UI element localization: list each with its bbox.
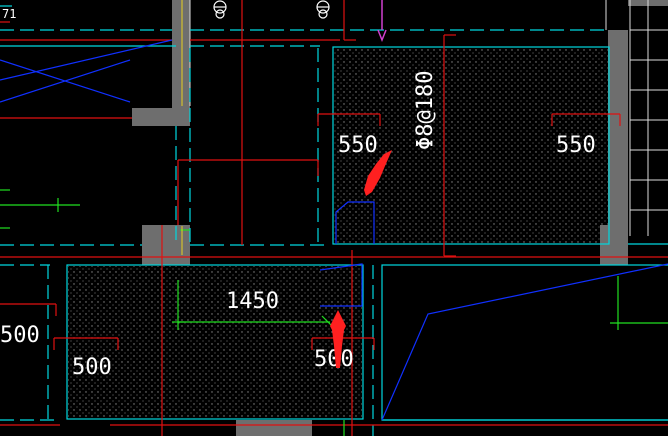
top-left-fragment-label: 71 bbox=[2, 7, 16, 21]
rebar-symbol-icon bbox=[213, 0, 330, 19]
hatched-slab-lower bbox=[68, 266, 362, 418]
magenta-arrowhead bbox=[377, 29, 387, 43]
cad-viewport[interactable]: 71 Φ8@180 550 550 1450 500 500 500 bbox=[0, 0, 668, 436]
dim-500-right-label: 500 bbox=[314, 347, 354, 372]
dim-550-left-label: 550 bbox=[338, 133, 378, 158]
dim-500-left-label: 500 bbox=[72, 355, 112, 380]
dim-550-right-label: 550 bbox=[556, 133, 596, 158]
drawing-canvas[interactable]: 71 Φ8@180 550 550 1450 500 500 500 bbox=[0, 0, 668, 436]
rebar-spec-label: Φ8@180 bbox=[413, 71, 438, 150]
dim-500-far-left-label: 500 bbox=[0, 323, 40, 348]
dim-1450-label: 1450 bbox=[226, 289, 279, 314]
